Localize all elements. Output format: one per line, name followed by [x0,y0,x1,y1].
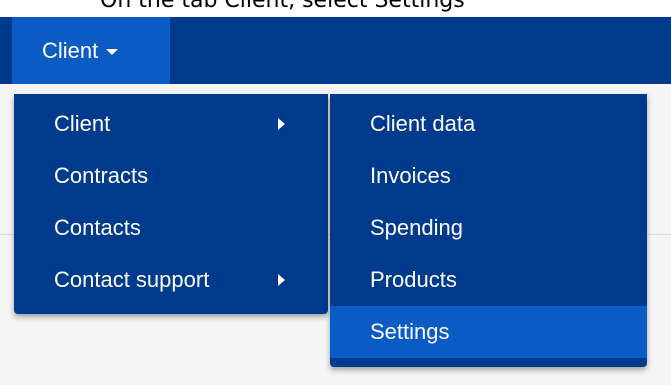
caret-right-icon [278,118,285,130]
submenu-item-settings[interactable]: Settings [330,306,647,358]
submenu-item-label: Client data [370,111,476,136]
caret-down-icon [106,49,119,55]
caret-right-icon [278,274,285,286]
submenu-item-label: Settings [370,319,450,344]
submenu-item-client-data[interactable]: Client data [330,98,647,150]
nav-tab-label: Client [42,37,99,63]
menu-item-contracts[interactable]: Contracts [14,150,328,202]
submenu-item-label: Spending [370,215,463,240]
menu-item-label: Contact support [54,267,210,292]
menu-item-label: Contacts [54,215,141,240]
submenu-item-spending[interactable]: Spending [330,202,647,254]
menu-item-contact-support[interactable]: Contact support [14,254,328,306]
client-submenu: Client data Invoices Spending Products S… [330,94,647,367]
instruction-text: On the tab Client, select Settings [100,0,465,13]
submenu-item-label: Products [370,267,457,292]
menu-item-label: Contracts [54,163,149,188]
client-dropdown-menu: Client Contracts Contacts Contact suppor… [14,94,328,314]
menu-item-contacts[interactable]: Contacts [14,202,328,254]
menu-item-label: Client [54,111,111,136]
menu-item-client[interactable]: Client [14,98,328,150]
submenu-item-invoices[interactable]: Invoices [330,150,647,202]
top-navbar: Client [0,17,671,84]
nav-tab-client[interactable]: Client [12,17,170,84]
submenu-item-label: Invoices [370,163,451,188]
submenu-item-products[interactable]: Products [330,254,647,306]
